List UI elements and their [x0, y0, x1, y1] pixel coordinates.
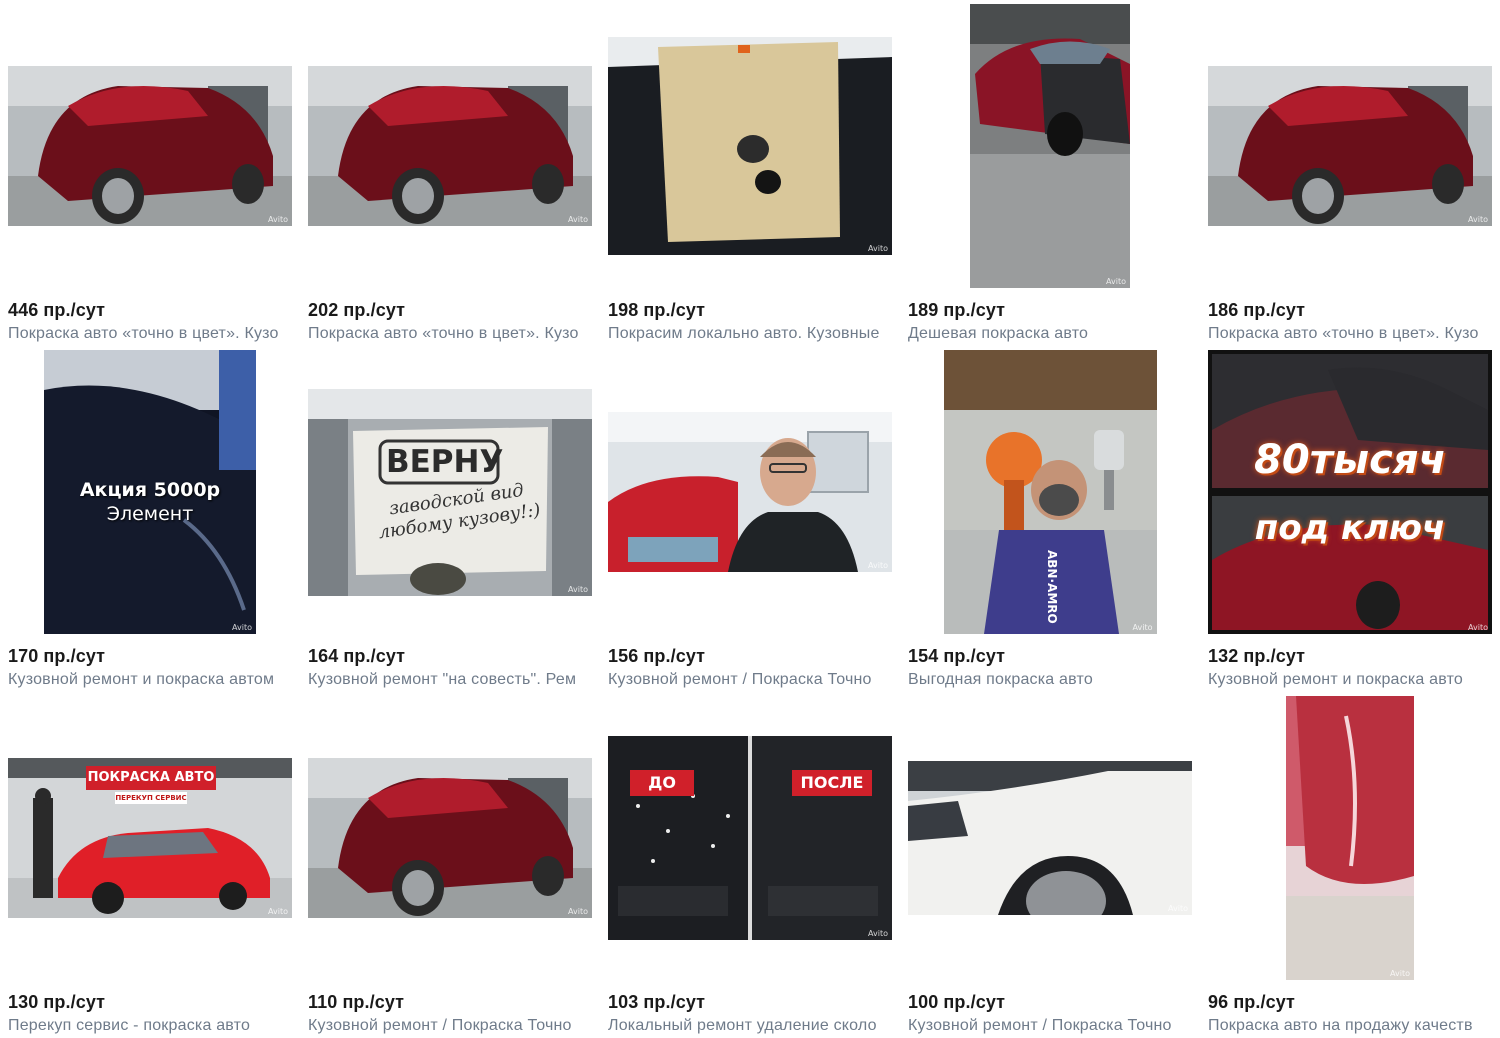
views-per-day: 446 пр./сут [8, 300, 106, 320]
label-before: ДО [630, 770, 694, 796]
listing-card[interactable]: Avito 110 пр./сут Кузовной ремонт / Покр… [308, 692, 592, 1038]
watermark: Avito [1468, 623, 1488, 632]
listing-card[interactable]: Avito 189 пр./сут Дешевая покраска авто [908, 0, 1192, 346]
watermark: Avito [568, 584, 588, 594]
listing-title[interactable]: Кузовной ремонт / Покраска Точно [308, 1017, 592, 1035]
watermark: Avito [1168, 904, 1188, 913]
listing-card[interactable]: Акция 5000р Элемент Avito 170 пр./сут Ку… [8, 346, 292, 692]
views-per-day: 170 пр./сут [8, 646, 106, 666]
views-per-day: 100 пр./сут [908, 992, 1006, 1012]
watermark: Avito [268, 907, 288, 916]
watermark: Avito [268, 215, 288, 224]
listing-title[interactable]: Локальный ремонт удаление сколо [608, 1017, 892, 1035]
listing-title[interactable]: Покраска авто «точно в цвет». Кузо [308, 325, 592, 343]
views-per-day: 198 пр./сут [608, 300, 706, 320]
listing-photo-red-coupe[interactable]: Avito [1208, 66, 1492, 226]
views-per-day: 189 пр./сут [908, 300, 1006, 320]
listing-photo-before-after-bumper[interactable]: ДО ПОСЛЕ Avito [608, 736, 892, 940]
listing-photo-before-after-price[interactable]: 80тысяч под ключ Avito [1208, 350, 1492, 634]
watermark: Avito [232, 623, 252, 632]
views-per-day: 130 пр./сут [8, 992, 106, 1012]
price-headline: 80тысяч [1254, 437, 1446, 483]
listing-card[interactable]: Avito 186 пр./сут Покраска авто «точно в… [1208, 0, 1492, 346]
listing-card[interactable]: ABN·AMRO Avito 154 пр./сут Выгодная покр… [908, 346, 1192, 692]
listing-photo-two-tone-car[interactable]: Avito [970, 4, 1130, 288]
listing-photo-promo-fender[interactable]: Акция 5000р Элемент Avito [44, 350, 256, 634]
sign-title: ВЕРНУ [386, 443, 504, 480]
listing-card[interactable]: Avito 96 пр./сут Покраска авто на продаж… [1208, 692, 1492, 1038]
watermark: Avito [1132, 623, 1153, 632]
price-subheadline: под ключ [1254, 508, 1446, 548]
watermark: Avito [568, 215, 588, 224]
listing-title[interactable]: Покрасим локально авто. Кузовные [608, 325, 892, 343]
listing-photo-man-in-booth[interactable]: Avito [608, 412, 892, 572]
watermark: Avito [868, 929, 888, 938]
listing-photo-masked-bumper[interactable]: Avito [608, 37, 892, 255]
listing-title[interactable]: Покраска авто «точно в цвет». Кузо [8, 325, 292, 343]
listing-title[interactable]: Кузовной ремонт / Покраска Точно [908, 1017, 1192, 1035]
views-per-day: 164 пр./сут [308, 646, 406, 666]
listing-card[interactable]: Avito 156 пр./сут Кузовной ремонт / Покр… [608, 346, 892, 692]
listing-card[interactable]: Avito 100 пр./сут Кузовной ремонт / Покр… [908, 692, 1192, 1038]
views-per-day: 103 пр./сут [608, 992, 706, 1012]
listing-title[interactable]: Перекуп сервис - покраска авто [8, 1017, 292, 1035]
listing-card[interactable]: ВЕРНУ заводской вид любому кузову!:) Avi… [308, 346, 592, 692]
listing-card[interactable]: 80тысяч под ключ Avito 132 пр./сут Кузов… [1208, 346, 1492, 692]
listing-title[interactable]: Дешевая покраска авто [908, 325, 1192, 343]
listing-title[interactable]: Кузовной ремонт и покраска автом [8, 671, 292, 689]
watermark: Avito [568, 907, 588, 916]
jersey-text: ABN·AMRO [1044, 550, 1059, 624]
listing-title[interactable]: Кузовной ремонт "на совесть". Рем [308, 671, 592, 689]
watermark: Avito [1468, 215, 1488, 224]
listing-card[interactable]: ДО ПОСЛЕ Avito 103 пр./сут Локальный рем… [608, 692, 892, 1038]
listing-photo-red-coupe[interactable]: Avito [8, 66, 292, 226]
listing-photo-painter-with-tools[interactable]: ABN·AMRO Avito [943, 350, 1157, 634]
views-per-day: 186 пр./сут [1208, 300, 1306, 320]
views-per-day: 96 пр./сут [1208, 992, 1295, 1012]
listing-title[interactable]: Кузовной ремонт / Покраска Точно [608, 671, 892, 689]
views-per-day: 132 пр./сут [1208, 646, 1306, 666]
listing-card[interactable]: Avito 198 пр./сут Покрасим локально авто… [608, 0, 892, 346]
listing-photo-white-car[interactable]: Avito [908, 761, 1192, 915]
banner-subtitle: ПЕРЕКУП СЕРВИС [115, 792, 187, 804]
views-per-day: 154 пр./сут [908, 646, 1006, 666]
listing-card[interactable]: Avito 446 пр./сут Покраска авто «точно в… [8, 0, 292, 346]
listing-title[interactable]: Кузовной ремонт и покраска авто [1208, 671, 1492, 689]
listing-title[interactable]: Покраска авто «точно в цвет». Кузо [1208, 325, 1492, 343]
listing-card[interactable]: ПОКРАСКА АВТО ПЕРЕКУП СЕРВИС Avito 130 п… [8, 692, 292, 1038]
listing-photo-red-coupe[interactable]: Avito [308, 66, 592, 226]
listing-photo-handwritten-sign[interactable]: ВЕРНУ заводской вид любому кузову!:) Avi… [308, 388, 592, 596]
listing-title[interactable]: Выгодная покраска авто [908, 671, 1192, 689]
watermark: Avito [868, 244, 888, 253]
promo-subtext: Элемент [106, 503, 194, 525]
watermark: Avito [1106, 277, 1126, 286]
watermark: Avito [1390, 969, 1410, 978]
label-after: ПОСЛЕ [792, 770, 872, 796]
promo-text: Акция 5000р [79, 479, 221, 501]
listing-title[interactable]: Покраска авто на продажу качеств [1208, 1017, 1492, 1035]
views-per-day: 156 пр./сут [608, 646, 706, 666]
views-per-day: 110 пр./сут [308, 992, 405, 1012]
views-per-day: 202 пр./сут [308, 300, 406, 320]
listing-photo-red-coupe[interactable]: Avito [308, 758, 592, 918]
listing-photo-red-sedan-banner[interactable]: ПОКРАСКА АВТО ПЕРЕКУП СЕРВИС Avito [8, 758, 292, 918]
banner-title: ПОКРАСКА АВТО [86, 766, 216, 790]
listing-card[interactable]: Avito 202 пр./сут Покраска авто «точно в… [308, 0, 592, 346]
listing-photo-freshly-painted-panel[interactable]: Avito [1286, 696, 1414, 980]
watermark: Avito [868, 561, 888, 570]
